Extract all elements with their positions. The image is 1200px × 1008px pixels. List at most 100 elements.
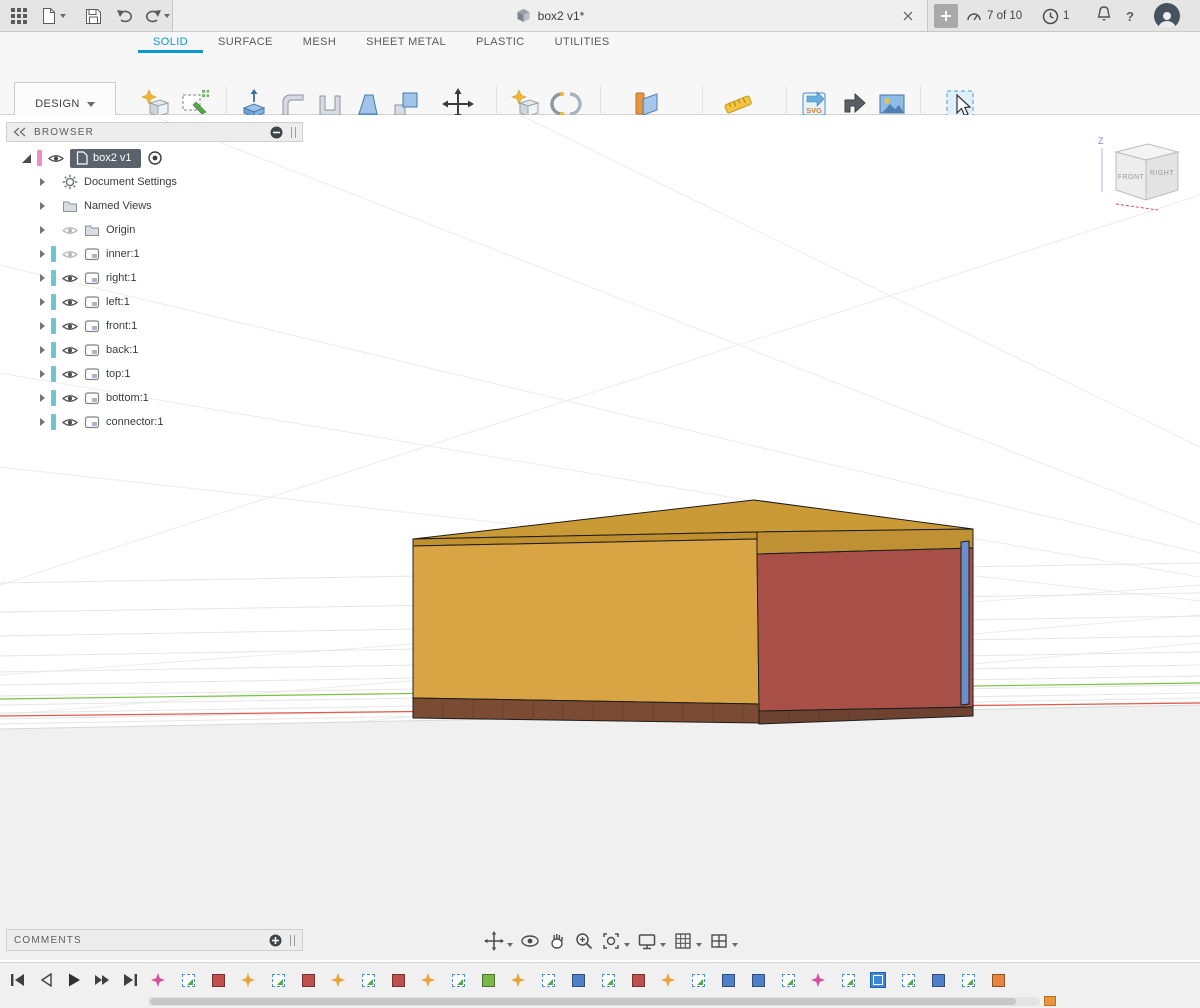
- grid-snap-icon[interactable]: [671, 929, 695, 952]
- redo-caret-icon[interactable]: [162, 5, 172, 27]
- look-at-icon[interactable]: [518, 929, 542, 952]
- expand-caret-icon[interactable]: [40, 226, 45, 234]
- timeline-feature[interactable]: [508, 967, 528, 993]
- timeline-feature[interactable]: [268, 967, 288, 993]
- undo-icon[interactable]: [114, 5, 136, 27]
- timeline-feature[interactable]: [238, 967, 258, 993]
- timeline-feature[interactable]: [958, 967, 978, 993]
- bell-icon[interactable]: [1096, 5, 1112, 23]
- timeline-feature[interactable]: [148, 967, 168, 993]
- redo-icon[interactable]: [142, 5, 164, 27]
- expand-caret-icon[interactable]: [40, 298, 45, 306]
- visibility-eye-icon[interactable]: [62, 393, 78, 404]
- new-tab-button[interactable]: [934, 4, 958, 28]
- go-to-end-button[interactable]: [120, 969, 140, 991]
- timeline-feature[interactable]: [208, 967, 228, 993]
- visibility-eye-icon[interactable]: [62, 225, 78, 236]
- active-component-badge[interactable]: box2 v1: [70, 149, 141, 168]
- panel-drag-handle[interactable]: [291, 127, 296, 138]
- document-tab[interactable]: box2 v1*: [172, 0, 928, 31]
- visibility-eye-icon[interactable]: [48, 153, 64, 164]
- timeline-feature[interactable]: [478, 967, 498, 993]
- pan-icon[interactable]: [482, 929, 506, 952]
- browser-panel-header[interactable]: BROWSER: [6, 122, 303, 142]
- timeline-feature[interactable]: [568, 967, 588, 993]
- ribbon-tab[interactable]: SOLID: [138, 32, 203, 53]
- expand-caret-icon[interactable]: [40, 418, 45, 426]
- timeline-feature[interactable]: [598, 967, 618, 993]
- add-comment-icon[interactable]: [269, 934, 282, 947]
- panel-drag-handle[interactable]: [290, 935, 295, 946]
- display-settings-icon[interactable]: [635, 929, 659, 952]
- visibility-eye-icon[interactable]: [62, 345, 78, 356]
- go-to-start-button[interactable]: [8, 969, 28, 991]
- timeline-feature[interactable]: [928, 967, 948, 993]
- pan-caret-icon[interactable]: [507, 943, 513, 947]
- browser-item-row[interactable]: Document Settings: [6, 170, 303, 194]
- expand-caret-icon[interactable]: [40, 346, 45, 354]
- timeline-feature[interactable]: [538, 967, 558, 993]
- browser-item-row[interactable]: back:1: [6, 338, 303, 362]
- visibility-eye-icon[interactable]: [62, 273, 78, 284]
- view-cube[interactable]: Z FRONT RIGHT: [1086, 130, 1190, 222]
- timeline-feature[interactable]: [658, 967, 678, 993]
- timeline-feature[interactable]: [718, 967, 738, 993]
- browser-item-row[interactable]: connector:1: [6, 410, 303, 434]
- comments-panel-header[interactable]: COMMENTS: [6, 929, 303, 951]
- zoom-icon[interactable]: [572, 929, 596, 952]
- expand-caret-icon[interactable]: [40, 322, 45, 330]
- save-icon[interactable]: [82, 5, 104, 27]
- ribbon-tab[interactable]: MESH: [288, 32, 351, 53]
- file-menu-caret-icon[interactable]: [58, 5, 68, 27]
- visibility-eye-icon[interactable]: [62, 297, 78, 308]
- timeline-feature[interactable]: [298, 967, 318, 993]
- fit-caret-icon[interactable]: [624, 943, 630, 947]
- display-caret-icon[interactable]: [660, 943, 666, 947]
- file-menu-icon[interactable]: [38, 5, 60, 27]
- ribbon-tab[interactable]: UTILITIES: [540, 32, 625, 53]
- timeline-feature[interactable]: [418, 967, 438, 993]
- job-status[interactable]: 7 of 10: [966, 0, 1022, 32]
- ribbon-tab[interactable]: SURFACE: [203, 32, 288, 53]
- avatar[interactable]: [1154, 3, 1180, 29]
- timeline-scroll-thumb[interactable]: [150, 998, 1016, 1005]
- step-back-button[interactable]: [36, 969, 56, 991]
- browser-item-row[interactable]: Origin: [6, 218, 303, 242]
- box-model[interactable]: [413, 500, 973, 724]
- help-icon[interactable]: ?: [1126, 0, 1134, 32]
- expand-caret-icon[interactable]: [40, 370, 45, 378]
- ribbon-tab[interactable]: SHEET METAL: [351, 32, 461, 53]
- timeline-feature[interactable]: [178, 967, 198, 993]
- timeline-feature[interactable]: [748, 967, 768, 993]
- visibility-eye-icon[interactable]: [62, 249, 78, 260]
- timeline-feature[interactable]: [388, 967, 408, 993]
- timeline-feature[interactable]: [448, 967, 468, 993]
- expand-caret-icon[interactable]: [40, 250, 45, 258]
- timeline-clipped-feature[interactable]: [1044, 996, 1056, 1006]
- expand-caret-icon[interactable]: [40, 202, 45, 210]
- browser-item-row[interactable]: right:1: [6, 266, 303, 290]
- ribbon-tab[interactable]: PLASTIC: [461, 32, 540, 53]
- timeline-feature[interactable]: [778, 967, 798, 993]
- timeline-feature[interactable]: [628, 967, 648, 993]
- app-grid-icon[interactable]: [8, 5, 30, 27]
- browser-item-row[interactable]: left:1: [6, 290, 303, 314]
- browser-item-row[interactable]: bottom:1: [6, 386, 303, 410]
- play-button[interactable]: [64, 969, 84, 991]
- visibility-eye-icon[interactable]: [62, 369, 78, 380]
- timeline-feature[interactable]: [328, 967, 348, 993]
- timeline-feature[interactable]: [838, 967, 858, 993]
- timeline-feature[interactable]: [808, 967, 828, 993]
- viewports-caret-icon[interactable]: [732, 943, 738, 947]
- collapse-panel-icon[interactable]: [13, 127, 26, 137]
- timeline-feature[interactable]: [868, 967, 888, 993]
- step-forward-button[interactable]: [92, 969, 112, 991]
- visibility-eye-icon[interactable]: [62, 417, 78, 428]
- close-tab-icon[interactable]: [899, 7, 917, 25]
- root-expand-icon[interactable]: [22, 154, 31, 163]
- browser-item-row[interactable]: top:1: [6, 362, 303, 386]
- expand-caret-icon[interactable]: [40, 394, 45, 402]
- timeline-feature[interactable]: [358, 967, 378, 993]
- timeline-scrollbar[interactable]: [148, 997, 1040, 1006]
- activate-radio-icon[interactable]: [147, 150, 163, 166]
